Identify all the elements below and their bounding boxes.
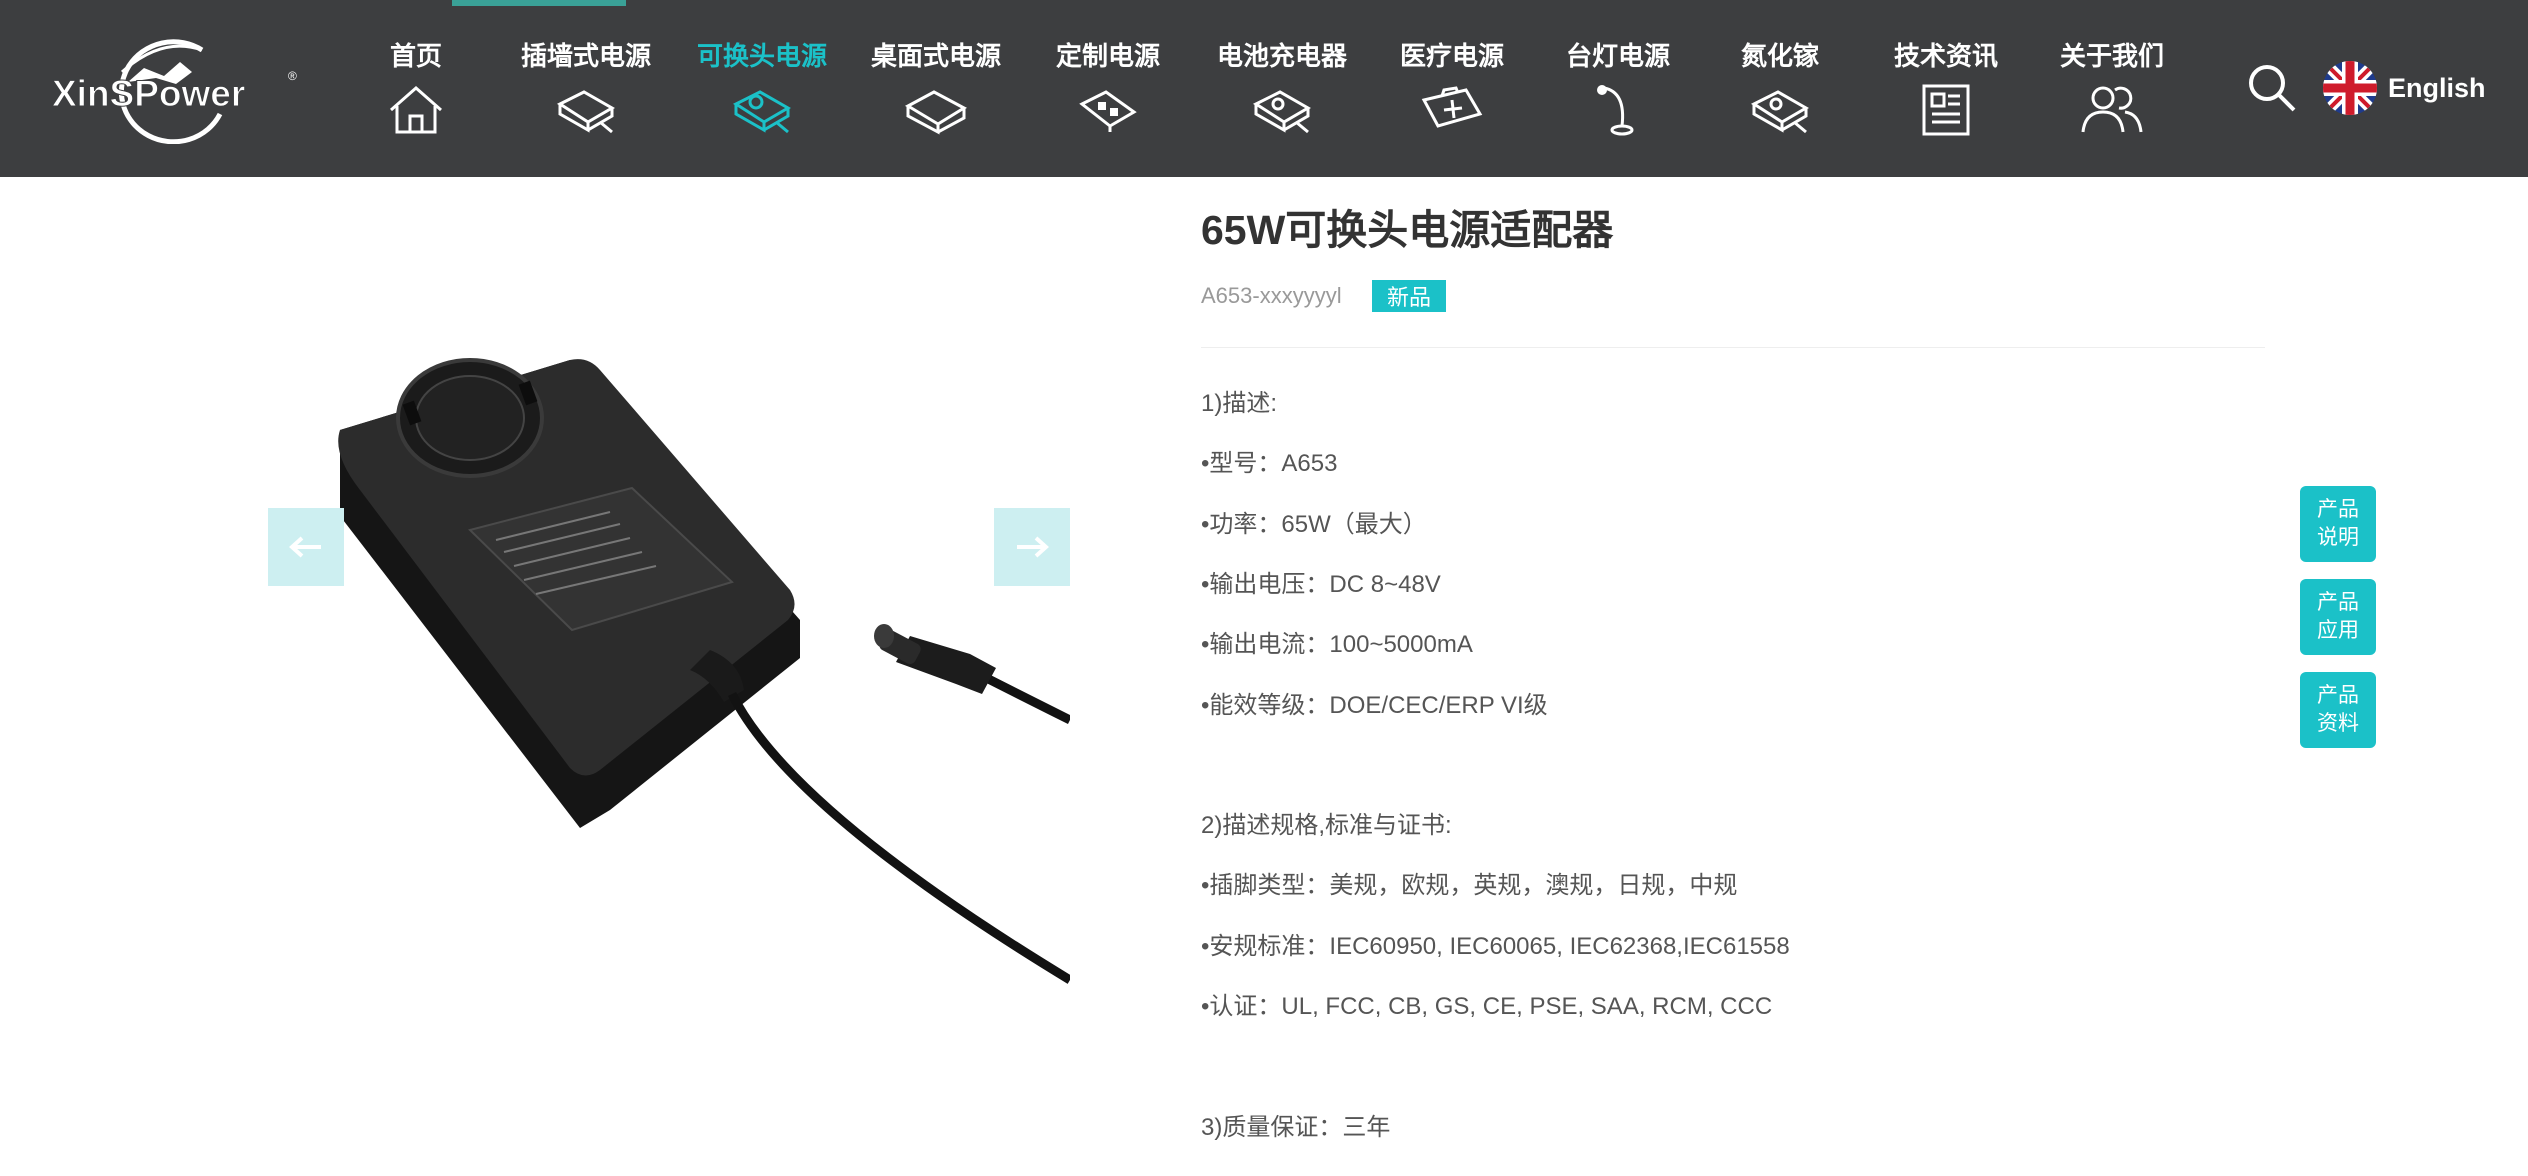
spec-section-heading: 1)描述: [1201,390,1278,417]
top-navigation-bar: XinSPower ® 首页 插墙式电源 可换头电源 桌面式电源 定制电源 电池… [0,0,2528,177]
spec-section-heading: 3)质量保证：三年 [1201,1114,1391,1141]
spec-line: •功率：65W（最大） [1201,511,1427,538]
custom-power-board-icon [1079,90,1137,132]
side-button-line: 产品 [2317,591,2359,614]
nav-item-tech-news[interactable]: 技术资讯 [1892,36,2000,146]
spec-line: •输出电流：100~5000mA [1201,631,1473,658]
newspaper-icon [1922,84,1970,136]
desktop-adapter-icon [904,90,968,135]
spec-line: •插脚类型：美规，欧规，英规，澳规，日规，中规 [1201,872,1738,899]
svg-text:®: ® [288,69,297,83]
nav-label: 定制电源 [1055,41,1160,71]
side-button-line: 产品 [2317,684,2359,707]
battery-charger-icon [1252,90,1311,134]
nav-item-custom-power[interactable]: 定制电源 [1054,36,1162,146]
search-button[interactable] [2246,62,2298,114]
nav-item-about-us[interactable]: 关于我们 [2058,36,2166,146]
nav-item-gan[interactable]: 氮化镓 [1740,36,1820,146]
home-icon [390,86,442,134]
spec-section-heading: 2)描述规格,标准与证书: [1201,812,1452,839]
gallery-prev-button[interactable] [268,508,344,586]
divider [1201,347,2265,348]
xinspower-logo[interactable]: XinSPower ® [52,32,302,145]
spec-line: •安规标准：IEC60950, IEC60065, IEC62368,IEC61… [1201,933,1790,960]
nav-item-battery-charger[interactable]: 电池充电器 [1214,36,1350,146]
side-button-line: 说明 [2317,526,2359,549]
product-documents-button[interactable]: 产品 资料 [2300,672,2376,748]
svg-text:XinSPower: XinSPower [52,73,245,114]
nav-item-home[interactable]: 首页 [376,36,456,146]
spec-line: •能效等级：DOE/CEC/ERP VI级 [1201,692,1548,719]
nav-label: 关于我们 [2059,41,2164,71]
nav-label: 氮化镓 [1740,41,1819,71]
nav-label: 插墙式电源 [520,41,651,71]
language-switch[interactable]: English [2322,60,2486,116]
nav-item-desktop-power[interactable]: 桌面式电源 [868,36,1004,146]
nav-item-medical-power[interactable]: 医疗电源 [1398,36,1506,146]
people-icon [2081,86,2143,133]
product-description-button[interactable]: 产品 说明 [2300,486,2376,562]
nav-label: 医疗电源 [1399,41,1504,71]
nav-label: 电池充电器 [1216,41,1347,71]
interchangeable-plug-adapter-icon [732,90,791,134]
gallery-next-button[interactable] [994,508,1070,586]
nav-item-interchangeable-plug-power[interactable]: 可换头电源 [694,36,830,146]
nav-item-desk-lamp-power[interactable]: 台灯电源 [1564,36,1672,146]
arrow-left-icon [289,536,321,558]
nav-label: 桌面式电源 [870,41,1001,71]
new-product-badge: 新品 [1372,280,1446,312]
nav-label: 可换头电源 [696,41,827,71]
gan-charger-icon [1750,90,1809,134]
language-label: English [2388,72,2486,103]
nav-label: 技术资讯 [1893,41,1998,71]
product-title: 65W可换头电源适配器 [1201,207,1614,253]
spec-line: •认证：UL, FCC, CB, GS, CE, PSE, SAA, RCM, … [1201,993,1773,1020]
arrow-right-icon [1017,536,1049,558]
side-button-line: 应用 [2317,619,2359,642]
nav-label: 台灯电源 [1565,41,1670,71]
product-application-button[interactable]: 产品 应用 [2300,579,2376,655]
search-icon [2249,65,2296,112]
medical-kit-icon [1421,86,1483,128]
side-button-line: 产品 [2317,498,2359,521]
active-nav-indicator [452,0,626,6]
nav-item-wall-plug-power[interactable]: 插墙式电源 [518,36,654,146]
product-sku: A653-xxxyyyyl [1201,283,1342,308]
wall-plug-adapter-icon [556,90,615,134]
desk-lamp-icon [1597,85,1634,136]
product-image [270,290,1073,1010]
spec-line: •型号：A653 [1201,450,1338,477]
uk-flag-icon [2323,61,2377,115]
nav-label: 首页 [389,41,442,71]
side-button-line: 资料 [2317,712,2359,735]
spec-line: •输出电压：DC 8~48V [1201,571,1441,598]
